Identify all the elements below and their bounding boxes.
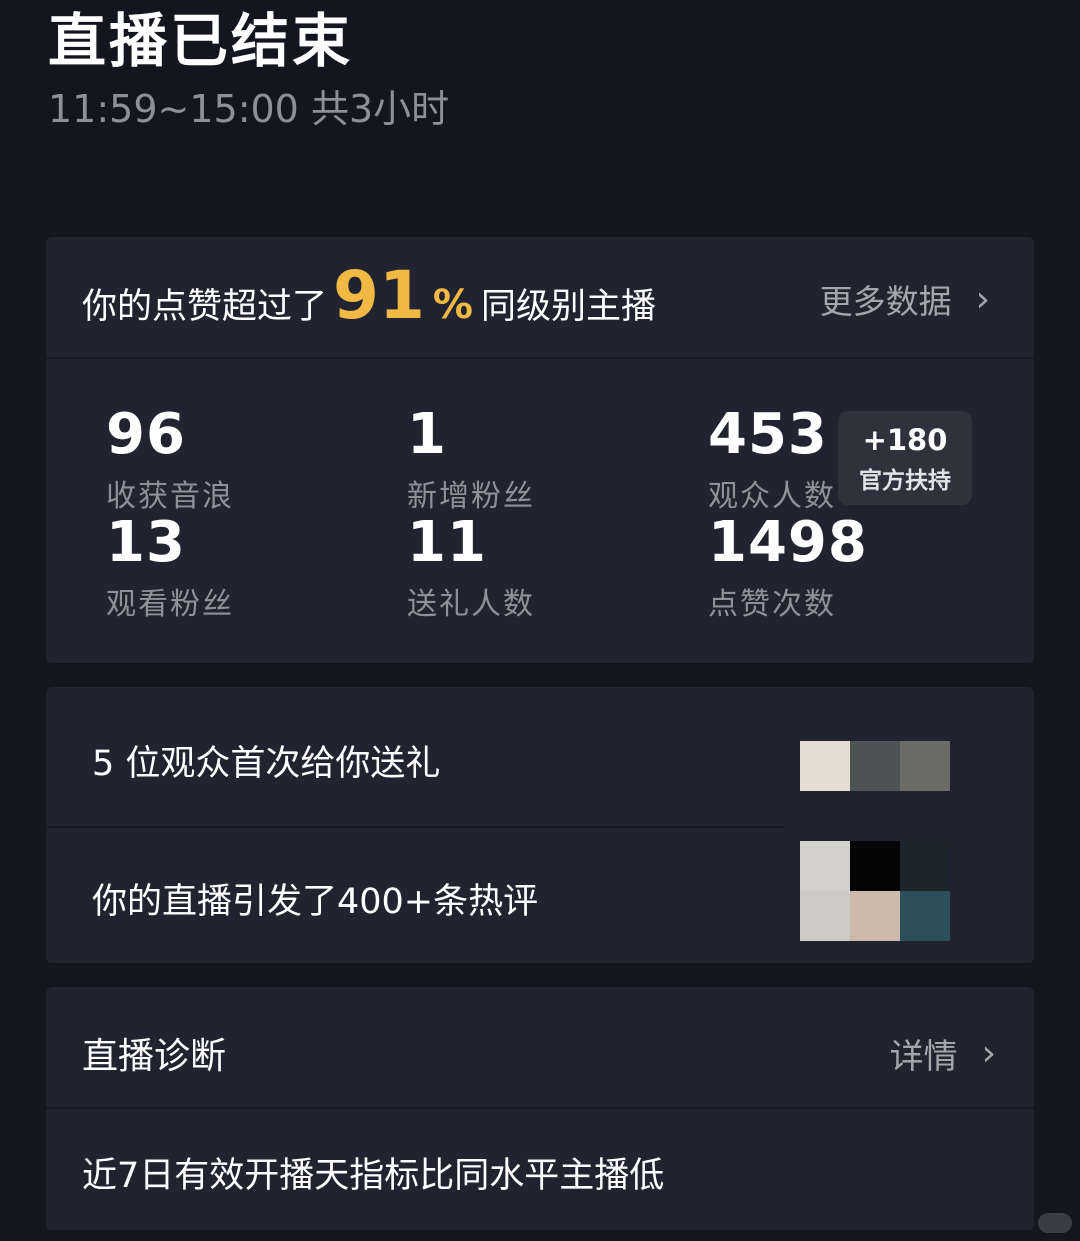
divider bbox=[46, 1107, 1034, 1109]
stat-gift-senders: 11 送礼人数 bbox=[407, 513, 535, 623]
stat-value: 453 bbox=[708, 402, 828, 467]
gift-viewer-avatars bbox=[800, 741, 950, 791]
page-title: 直播已结束 bbox=[48, 7, 354, 75]
live-summary-card: 你的点赞超过了 91 % 同级别主播 更多数据 › 96 收获音浪 1 新增粉丝… bbox=[46, 237, 1034, 663]
avatar bbox=[850, 841, 900, 891]
more-data-link[interactable]: 更多数据 › bbox=[820, 275, 990, 323]
avatar bbox=[850, 891, 900, 941]
stat-label: 新增粉丝 bbox=[407, 479, 535, 514]
avatar bbox=[800, 741, 850, 791]
stat-label: 观众人数 bbox=[708, 479, 836, 514]
stat-label: 送礼人数 bbox=[407, 587, 535, 622]
stat-label: 收获音浪 bbox=[106, 479, 234, 514]
diagnosis-title: 直播诊断 bbox=[82, 1036, 227, 1077]
like-percent-value: 91 bbox=[333, 257, 425, 334]
stat-new-fans: 1 新增粉丝 bbox=[407, 405, 535, 515]
like-rank-banner: 你的点赞超过了 91 % 同级别主播 bbox=[82, 257, 656, 337]
stat-viewers: 453 观众人数 bbox=[708, 405, 836, 515]
official-boost-badge: +180 官方扶持 bbox=[838, 411, 972, 505]
stat-watching-fans: 13 观看粉丝 bbox=[106, 513, 234, 623]
avatar bbox=[850, 741, 900, 791]
boost-label: 官方扶持 bbox=[859, 468, 951, 494]
stat-sound-waves: 96 收获音浪 bbox=[106, 405, 234, 515]
diagnosis-detail-link[interactable]: 详情 › bbox=[890, 1029, 996, 1078]
divider bbox=[46, 826, 784, 828]
stat-value: 96 bbox=[106, 402, 186, 467]
boost-value: +180 bbox=[862, 423, 948, 457]
avatar bbox=[900, 891, 950, 941]
avatar bbox=[800, 841, 850, 891]
live-time-range: 11:59~15:00 共3小时 bbox=[48, 87, 450, 131]
avatar bbox=[900, 741, 950, 791]
diagnosis-card: 直播诊断 详情 › 近7日有效开播天指标比同水平主播低 bbox=[46, 987, 1034, 1230]
stat-like-count: 1498 点赞次数 bbox=[708, 513, 868, 623]
stat-value: 13 bbox=[106, 510, 186, 575]
chevron-right-icon: › bbox=[981, 1033, 996, 1074]
detail-label: 详情 bbox=[889, 1037, 958, 1077]
diagnosis-message: 近7日有效开播天指标比同水平主播低 bbox=[82, 1156, 665, 1196]
stat-label: 点赞次数 bbox=[708, 587, 836, 622]
comment-viewer-avatars bbox=[800, 841, 950, 941]
percent-sign: % bbox=[432, 282, 473, 328]
stat-value: 1 bbox=[407, 402, 447, 467]
highlights-card: 5 位观众首次给你送礼 你的直播引发了400+条热评 bbox=[46, 687, 1034, 963]
avatar bbox=[800, 891, 850, 941]
chevron-right-icon: › bbox=[975, 278, 990, 320]
more-data-label: 更多数据 bbox=[819, 282, 952, 321]
banner-suffix: 同级别主播 bbox=[480, 287, 656, 327]
first-gift-row[interactable]: 5 位观众首次给你送礼 bbox=[92, 735, 440, 786]
stat-label: 观看粉丝 bbox=[106, 587, 234, 622]
avatar bbox=[900, 841, 950, 891]
divider bbox=[46, 357, 1034, 359]
banner-prefix: 你的点赞超过了 bbox=[82, 287, 328, 327]
stat-value: 11 bbox=[407, 510, 487, 575]
stat-value: 1498 bbox=[708, 510, 868, 575]
watermark-logo bbox=[1038, 1213, 1072, 1233]
hot-comments-row[interactable]: 你的直播引发了400+条热评 bbox=[92, 873, 538, 924]
